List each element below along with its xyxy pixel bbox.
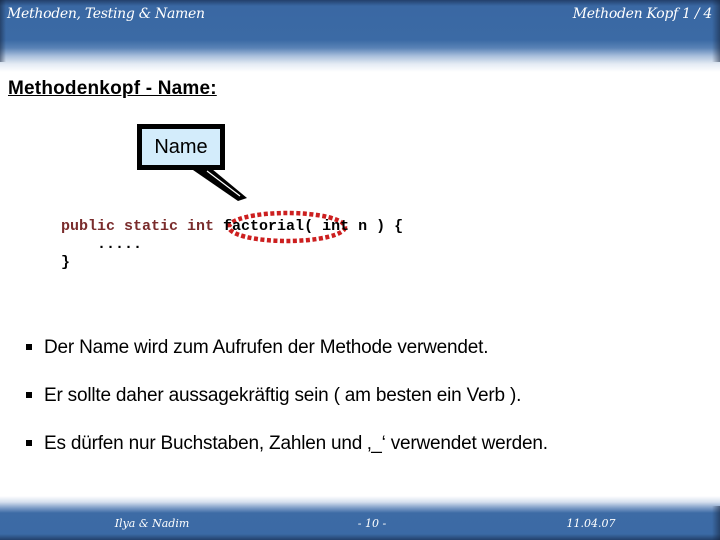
bullet-list: Der Name wird zum Aufrufen der Methode v… [22,335,548,479]
square-bullet-icon [26,440,32,446]
bullet-item: Er sollte daher aussagekräftig sein ( am… [22,383,548,431]
slide-footer: Ilya & Nadim - 10 - 11.04.07 [0,496,720,540]
square-bullet-icon [26,392,32,398]
name-callout: Name [137,124,225,170]
callout-pointer-arrow [193,169,247,201]
code-body: ..... [61,236,143,253]
slide-header: Methoden, Testing & Namen Methoden Kopf … [0,0,720,72]
footer-page-number: - 10 - [357,517,387,530]
bullet-item: Der Name wird zum Aufrufen der Methode v… [22,335,548,383]
square-bullet-icon [26,344,32,350]
code-keywords: public static int [61,218,215,235]
callout-label: Name [154,136,208,158]
code-params: ( int n ) { [304,218,404,235]
bullet-item: Es dürfen nur Buchstaben, Zahlen und ‚_‘… [22,431,548,479]
header-section-title: Methoden Kopf 1 / 4 [572,6,713,22]
footer-authors: Ilya & Nadim [114,517,190,530]
bullet-text: Der Name wird zum Aufrufen der Methode v… [44,337,489,358]
code-snippet: public static int factorial( int n ) { .… [61,218,403,272]
header-presentation-title: Methoden, Testing & Namen [7,6,205,22]
bullet-text: Es dürfen nur Buchstaben, Zahlen und ‚_‘… [44,433,548,454]
slide-title: Methodenkopf - Name: [8,78,217,99]
code-closing-brace: } [61,254,71,271]
callout-pointer-highlight [206,170,241,197]
code-method-name: factorial [223,218,305,235]
footer-date: 11.04.07 [566,517,616,530]
bullet-text: Er sollte daher aussagekräftig sein ( am… [44,385,522,406]
